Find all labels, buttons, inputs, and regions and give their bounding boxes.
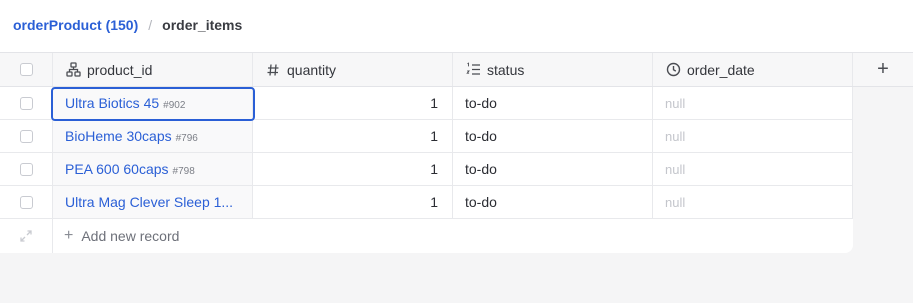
column-header-quantity[interactable]: quantity — [253, 53, 453, 86]
table-row: BioHeme 30caps #796 1 to-do null — [0, 120, 853, 153]
plus-icon: + — [877, 58, 889, 80]
add-new-record-button[interactable]: + Add new record — [64, 219, 179, 253]
status-cell[interactable]: to-do — [453, 87, 653, 119]
grid-header-row: product_id quantity status order_date + — [0, 53, 913, 87]
order-date-value: null — [665, 194, 686, 210]
row-select-cell — [0, 186, 53, 218]
table-row: Ultra Mag Clever Sleep 1... 1 to-do null — [0, 186, 853, 219]
product-ref: #796 — [175, 133, 198, 144]
quantity-value: 1 — [430, 95, 438, 111]
order-date-cell[interactable]: null — [653, 153, 853, 185]
quantity-cell[interactable]: 1 — [253, 153, 453, 185]
quantity-cell[interactable]: 1 — [253, 186, 453, 218]
quantity-cell[interactable]: 1 — [253, 87, 453, 119]
table-row: PEA 600 60caps #798 1 to-do null — [0, 153, 853, 186]
product-cell[interactable]: Ultra Biotics 45 #902 — [53, 87, 253, 119]
select-all-checkbox[interactable] — [19, 63, 33, 76]
status-cell[interactable]: to-do — [453, 153, 653, 185]
quantity-value: 1 — [430, 161, 438, 177]
row-select-cell — [0, 120, 53, 152]
column-header-status[interactable]: status — [453, 53, 653, 86]
row-select-cell — [0, 87, 53, 119]
plus-icon: + — [64, 227, 74, 244]
column-header-order-date[interactable]: order_date — [653, 53, 853, 86]
column-header-product-id[interactable]: product_id — [53, 53, 253, 86]
status-value: to-do — [465, 194, 497, 210]
column-label: quantity — [287, 61, 337, 78]
add-record-spacer — [0, 219, 53, 253]
hash-icon — [265, 62, 281, 78]
row-checkbox[interactable] — [19, 162, 33, 176]
breadcrumb: orderProduct (150) / order_items — [13, 17, 242, 33]
table-row: Ultra Biotics 45 #902 1 to-do null — [0, 87, 853, 120]
column-label: status — [487, 61, 525, 78]
breadcrumb-separator: / — [148, 17, 153, 33]
product-link[interactable]: Ultra Biotics 45 — [65, 95, 159, 111]
column-label: order_date — [687, 61, 755, 78]
status-cell[interactable]: to-do — [453, 120, 653, 152]
row-checkbox[interactable] — [19, 195, 33, 209]
column-label: product_id — [87, 61, 153, 78]
product-cell[interactable]: PEA 600 60caps #798 — [53, 153, 253, 185]
product-cell[interactable]: Ultra Mag Clever Sleep 1... — [53, 186, 253, 218]
row-select-cell — [0, 153, 53, 185]
data-grid: product_id quantity status order_date + … — [0, 53, 913, 253]
status-value: to-do — [465, 95, 497, 111]
product-ref: #902 — [163, 100, 186, 111]
product-link[interactable]: PEA 600 60caps — [65, 161, 169, 177]
expand-icon[interactable] — [19, 229, 33, 243]
add-record-row: + Add new record — [0, 219, 853, 253]
order-date-cell[interactable]: null — [653, 120, 853, 152]
product-link[interactable]: BioHeme 30caps — [65, 128, 172, 144]
status-cell[interactable]: to-do — [453, 186, 653, 218]
product-link[interactable]: Ultra Mag Clever Sleep 1... — [65, 194, 233, 210]
list-numbered-icon — [465, 62, 481, 78]
row-checkbox[interactable] — [19, 129, 33, 143]
order-date-value: null — [665, 128, 686, 144]
order-date-cell[interactable]: null — [653, 87, 853, 119]
breadcrumb-parent-link[interactable]: orderProduct (150) — [13, 17, 138, 33]
clock-icon — [665, 62, 681, 78]
product-ref: #798 — [172, 166, 195, 177]
quantity-value: 1 — [430, 194, 438, 210]
select-all-cell — [0, 53, 53, 86]
add-column-button[interactable]: + — [853, 53, 913, 86]
relation-icon — [65, 62, 81, 78]
order-date-value: null — [665, 161, 686, 177]
quantity-cell[interactable]: 1 — [253, 120, 453, 152]
order-date-value: null — [665, 95, 686, 111]
order-date-cell[interactable]: null — [653, 186, 853, 218]
top-bar: orderProduct (150) / order_items — [0, 0, 913, 53]
add-record-label: Add new record — [81, 228, 180, 244]
product-cell[interactable]: BioHeme 30caps #796 — [53, 120, 253, 152]
row-checkbox[interactable] — [19, 96, 33, 110]
breadcrumb-current: order_items — [162, 17, 243, 33]
status-value: to-do — [465, 128, 497, 144]
quantity-value: 1 — [430, 128, 438, 144]
status-value: to-do — [465, 161, 497, 177]
